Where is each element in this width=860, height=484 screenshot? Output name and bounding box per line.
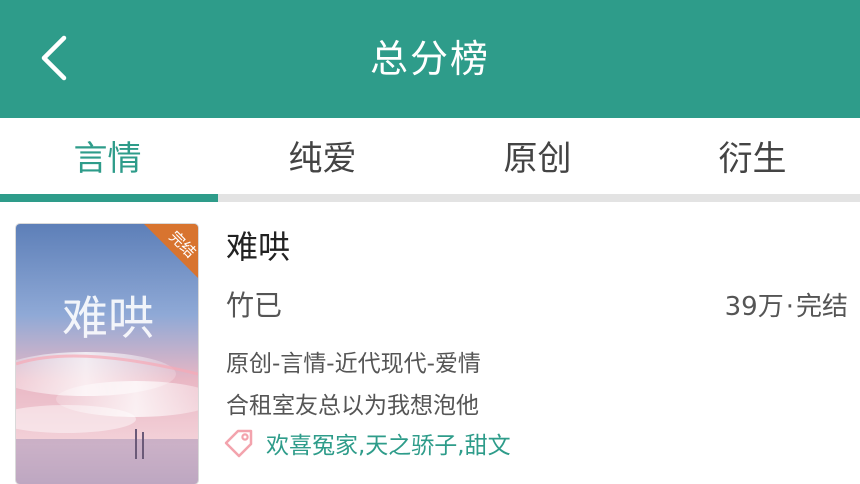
- meta-separator: ·: [785, 292, 794, 322]
- tab-romance[interactable]: 言情: [0, 118, 215, 198]
- back-button[interactable]: [30, 28, 80, 88]
- book-tags: 欢喜冤家,天之骄子,甜文: [266, 433, 511, 459]
- book-tags-row: 欢喜冤家,天之骄子,甜文: [222, 426, 511, 460]
- word-count: 39万: [724, 292, 784, 322]
- book-cover[interactable]: 难哄 完结: [16, 224, 198, 484]
- tab-boys-love[interactable]: 纯爱: [215, 118, 430, 198]
- book-list-item[interactable]: 难哄 完结 难哄 竹已 39万·完结 原创-言情-近代现代-爱情 合租室友总以为…: [0, 202, 860, 484]
- tag-icon: [222, 426, 256, 460]
- book-meta: 39万·完结: [725, 286, 848, 323]
- book-title[interactable]: 难哄: [226, 222, 290, 268]
- page-title: 总分榜: [369, 37, 490, 81]
- top-app-bar: 总分榜: [0, 0, 860, 118]
- book-author[interactable]: 竹已: [226, 284, 282, 324]
- book-category: 原创-言情-近代现代-爱情: [226, 351, 481, 377]
- cover-title-text: 难哄: [62, 291, 154, 345]
- completion-status: 完结: [795, 292, 848, 322]
- tab-original[interactable]: 原创: [430, 118, 645, 198]
- book-cover-image: 难哄 完结: [16, 224, 198, 484]
- tab-derivative[interactable]: 衍生: [645, 118, 860, 198]
- back-arrow-icon: [41, 35, 67, 81]
- category-tab-bar: 言情 纯爱 原创 衍生: [0, 118, 860, 202]
- active-tab-indicator: [0, 194, 218, 202]
- book-summary: 合租室友总以为我想泡他: [226, 393, 479, 419]
